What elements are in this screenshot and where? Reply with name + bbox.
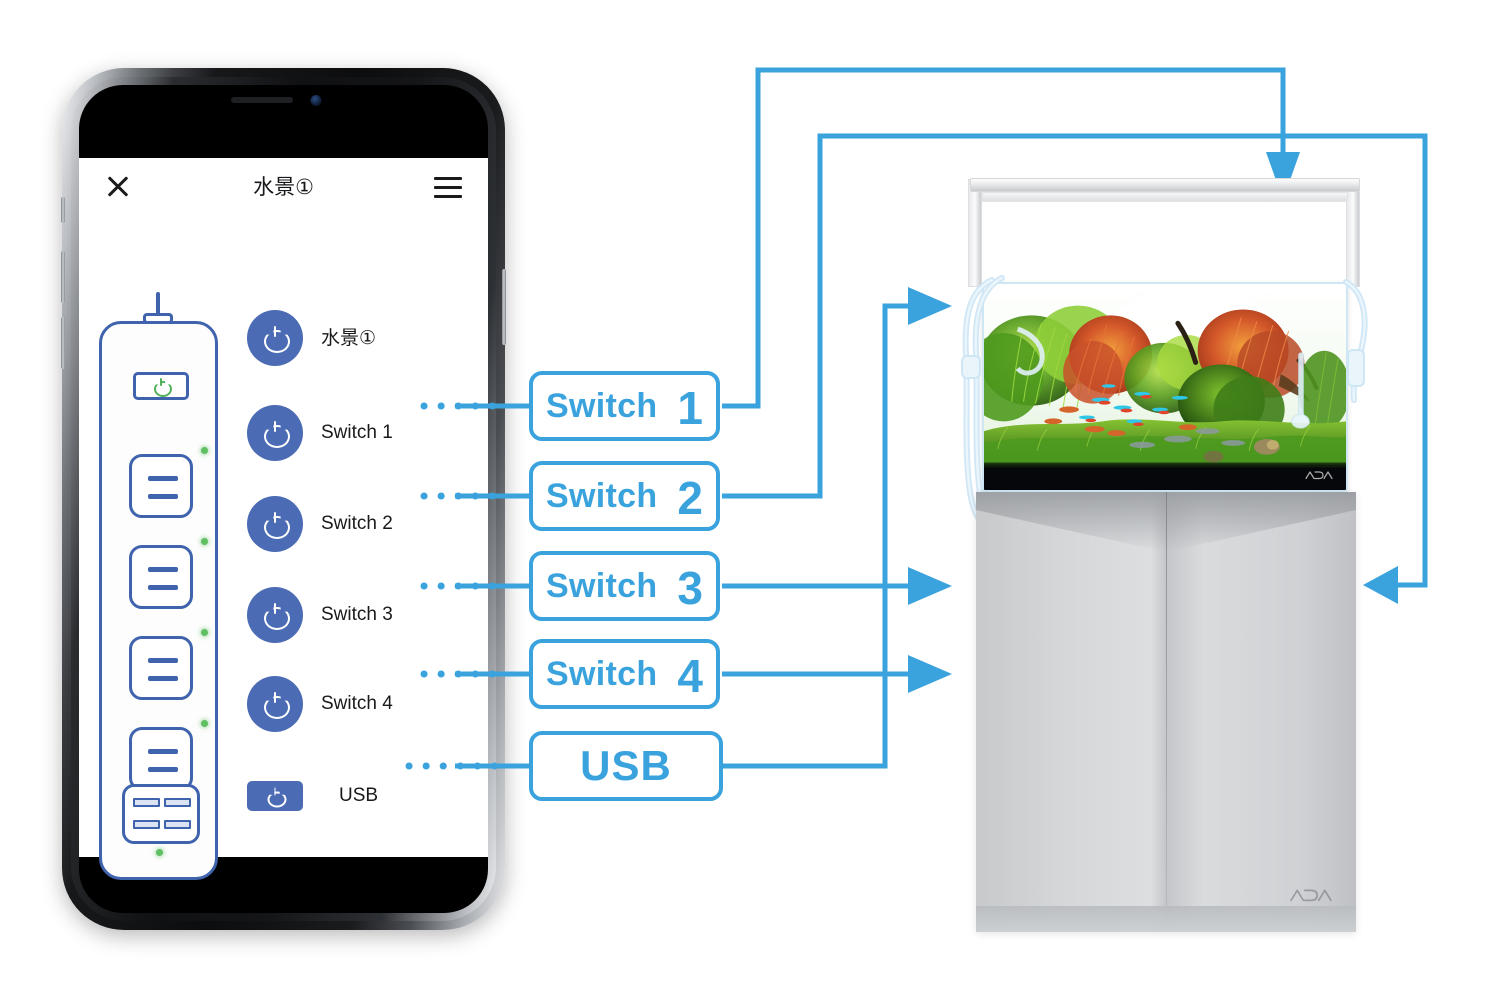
menu-bar <box>434 195 462 198</box>
callout-number: 1 <box>677 382 703 434</box>
menu-bar <box>434 186 462 189</box>
power-toggle-switch-2[interactable] <box>247 496 303 552</box>
outlet-slot <box>148 749 178 754</box>
outlet-slot <box>148 494 178 499</box>
callout-word: Switch <box>546 386 658 425</box>
outlet-slot <box>148 476 178 481</box>
cabinet-top-shadow-right <box>1166 492 1356 552</box>
usb-port-icon <box>133 820 160 829</box>
phone-display: 水景① 水景① Switch 1 Switch 2 Switch 3 Switc… <box>79 85 488 913</box>
power-toggle-switch-1[interactable] <box>247 405 303 461</box>
row-label-switch-1: Switch 1 <box>321 422 393 443</box>
outlet-slot <box>148 676 178 681</box>
phone-notch <box>185 85 382 116</box>
aquarium-tubing-right <box>1343 279 1368 403</box>
outlet-slot <box>148 567 178 572</box>
strip-master-power-icon <box>133 372 189 400</box>
row-label-scene: 水景① <box>321 327 377 349</box>
planted-aquarium-with-cabinet <box>940 170 1390 940</box>
row-label-switch-2: Switch 2 <box>321 513 393 534</box>
power-toggle-switch-3[interactable] <box>247 587 303 643</box>
outlet-slot <box>148 585 178 590</box>
power-icon <box>264 421 286 444</box>
cabinet-base <box>976 906 1356 932</box>
power-strip-illustration <box>99 292 249 882</box>
strip-usb-panel <box>122 784 200 844</box>
outlet-slot <box>148 767 178 772</box>
callout-switch-2[interactable]: Switch 2 <box>529 461 720 531</box>
diagram-canvas: 水景① 水景① Switch 1 Switch 2 Switch 3 Switc… <box>0 0 1500 1000</box>
power-icon <box>264 603 286 626</box>
usb-port-icon <box>133 798 160 807</box>
phone-power-button[interactable] <box>502 269 506 345</box>
callout-word: USB <box>580 742 672 789</box>
outlet-led-indicator <box>201 447 208 454</box>
hamburger-menu-icon[interactable] <box>434 177 462 198</box>
page-title: 水景① <box>253 175 314 199</box>
row-label-switch-4: Switch 4 <box>321 693 393 714</box>
power-strip-body <box>99 321 218 880</box>
strip-outlet-1 <box>129 454 193 518</box>
callout-word: Switch <box>546 476 658 515</box>
aquarium-cabinet-stand <box>976 492 1356 932</box>
phone-volume-up-button[interactable] <box>61 251 65 303</box>
callout-switch-3[interactable]: Switch 3 <box>529 551 720 621</box>
power-toggle-switch-4[interactable] <box>247 676 303 732</box>
power-icon <box>268 787 283 804</box>
usb-port-icon <box>164 798 191 807</box>
power-icon <box>264 512 286 535</box>
ada-logo-tank <box>1305 471 1333 480</box>
front-camera-icon <box>310 95 321 106</box>
cabinet-door-seam <box>1166 492 1167 932</box>
outlet-led-indicator <box>201 720 208 727</box>
strip-outlet-4 <box>129 727 193 791</box>
outlet-slot <box>148 658 178 663</box>
row-label-usb: USB <box>339 785 379 806</box>
app-header: 水景① <box>79 158 488 216</box>
callout-switch-1[interactable]: Switch 1 <box>529 371 720 441</box>
callout-number: 3 <box>677 562 703 614</box>
usb-led-indicator <box>156 849 163 856</box>
callout-word: Switch <box>546 566 658 605</box>
strip-outlet-2 <box>129 545 193 609</box>
power-toggle-usb[interactable] <box>247 781 303 811</box>
phone-silent-switch[interactable] <box>61 197 65 223</box>
menu-bar <box>434 177 462 180</box>
app-screen: 水景① 水景① Switch 1 Switch 2 Switch 3 Switc… <box>79 158 488 880</box>
earpiece-speaker-icon <box>230 97 293 103</box>
callout-usb[interactable]: USB <box>529 731 723 801</box>
light-fixture-body <box>982 192 1348 202</box>
outlet-led-indicator <box>201 538 208 545</box>
usb-port-icon <box>164 820 191 829</box>
power-toggle-scene[interactable] <box>247 310 303 366</box>
power-icon <box>154 378 168 393</box>
phone-volume-down-button[interactable] <box>61 317 65 369</box>
strip-outlet-3 <box>129 636 193 700</box>
ada-logo-cabinet <box>1290 889 1332 902</box>
power-icon <box>264 326 286 349</box>
callout-switch-4[interactable]: Switch 4 <box>529 639 720 709</box>
power-icon <box>264 692 286 715</box>
callout-number: 2 <box>677 472 703 524</box>
cabinet-top-shadow-left <box>976 492 1166 552</box>
callout-word: Switch <box>546 654 658 693</box>
aquarium-led-light <box>970 178 1360 192</box>
row-label-switch-3: Switch 3 <box>321 604 393 625</box>
smartphone-mockup: 水景① 水景① Switch 1 Switch 2 Switch 3 Switc… <box>61 68 506 930</box>
outlet-led-indicator <box>201 629 208 636</box>
callout-number: 4 <box>677 650 703 702</box>
